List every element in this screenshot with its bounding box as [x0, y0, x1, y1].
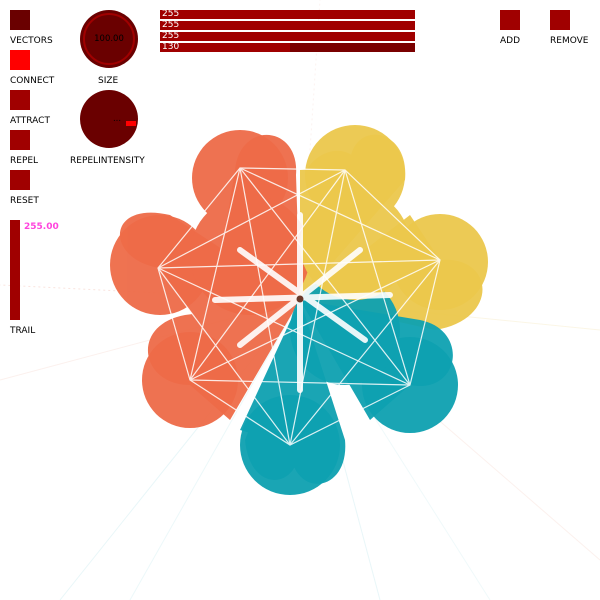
repel-intensity-value: ... [112, 114, 122, 124]
trail-value: 255.00 [24, 222, 59, 232]
add-label: ADD [500, 36, 521, 46]
add-button[interactable] [500, 10, 520, 30]
sketch-canvas[interactable] [0, 0, 600, 600]
size-knob-value: 100.00 [94, 34, 124, 44]
size-knob[interactable]: 100.00 [80, 10, 138, 68]
red-slider-value: 255 [162, 9, 180, 19]
alpha-slider[interactable]: 130 [160, 42, 415, 52]
blue-slider-fill [160, 32, 415, 41]
alpha-slider-value: 130 [162, 42, 180, 52]
center-node [296, 295, 304, 303]
attract-toggle[interactable] [10, 90, 30, 110]
trail-slider[interactable] [10, 220, 20, 320]
reset-label: RESET [10, 196, 39, 206]
reset-button[interactable] [10, 170, 30, 190]
blue-slider-value: 255 [162, 31, 180, 41]
repel-intensity-indicator [126, 121, 136, 126]
blue-slider[interactable]: 255 [160, 31, 415, 41]
attract-label: ATTRACT [10, 116, 50, 126]
red-slider[interactable]: 255 [160, 9, 415, 19]
remove-label: REMOVE [550, 36, 589, 46]
green-slider[interactable]: 255 [160, 20, 415, 30]
alpha-slider-fill [160, 43, 291, 52]
remove-button[interactable] [550, 10, 570, 30]
vectors-label: VECTORS [10, 36, 53, 46]
repel-label: REPEL [10, 156, 39, 166]
repel-toggle[interactable] [10, 130, 30, 150]
repel-intensity-knob[interactable]: ... [80, 90, 138, 148]
green-slider-fill [160, 21, 415, 30]
trail-label: TRAIL [10, 326, 36, 336]
vectors-toggle[interactable] [10, 10, 30, 30]
green-slider-value: 255 [162, 20, 180, 30]
repel-intensity-label: REPELINTENSITY [70, 156, 145, 166]
size-label: SIZE [98, 76, 119, 86]
red-slider-fill [160, 10, 415, 19]
connect-label: CONNECT [10, 76, 55, 86]
connect-toggle[interactable] [10, 50, 30, 70]
